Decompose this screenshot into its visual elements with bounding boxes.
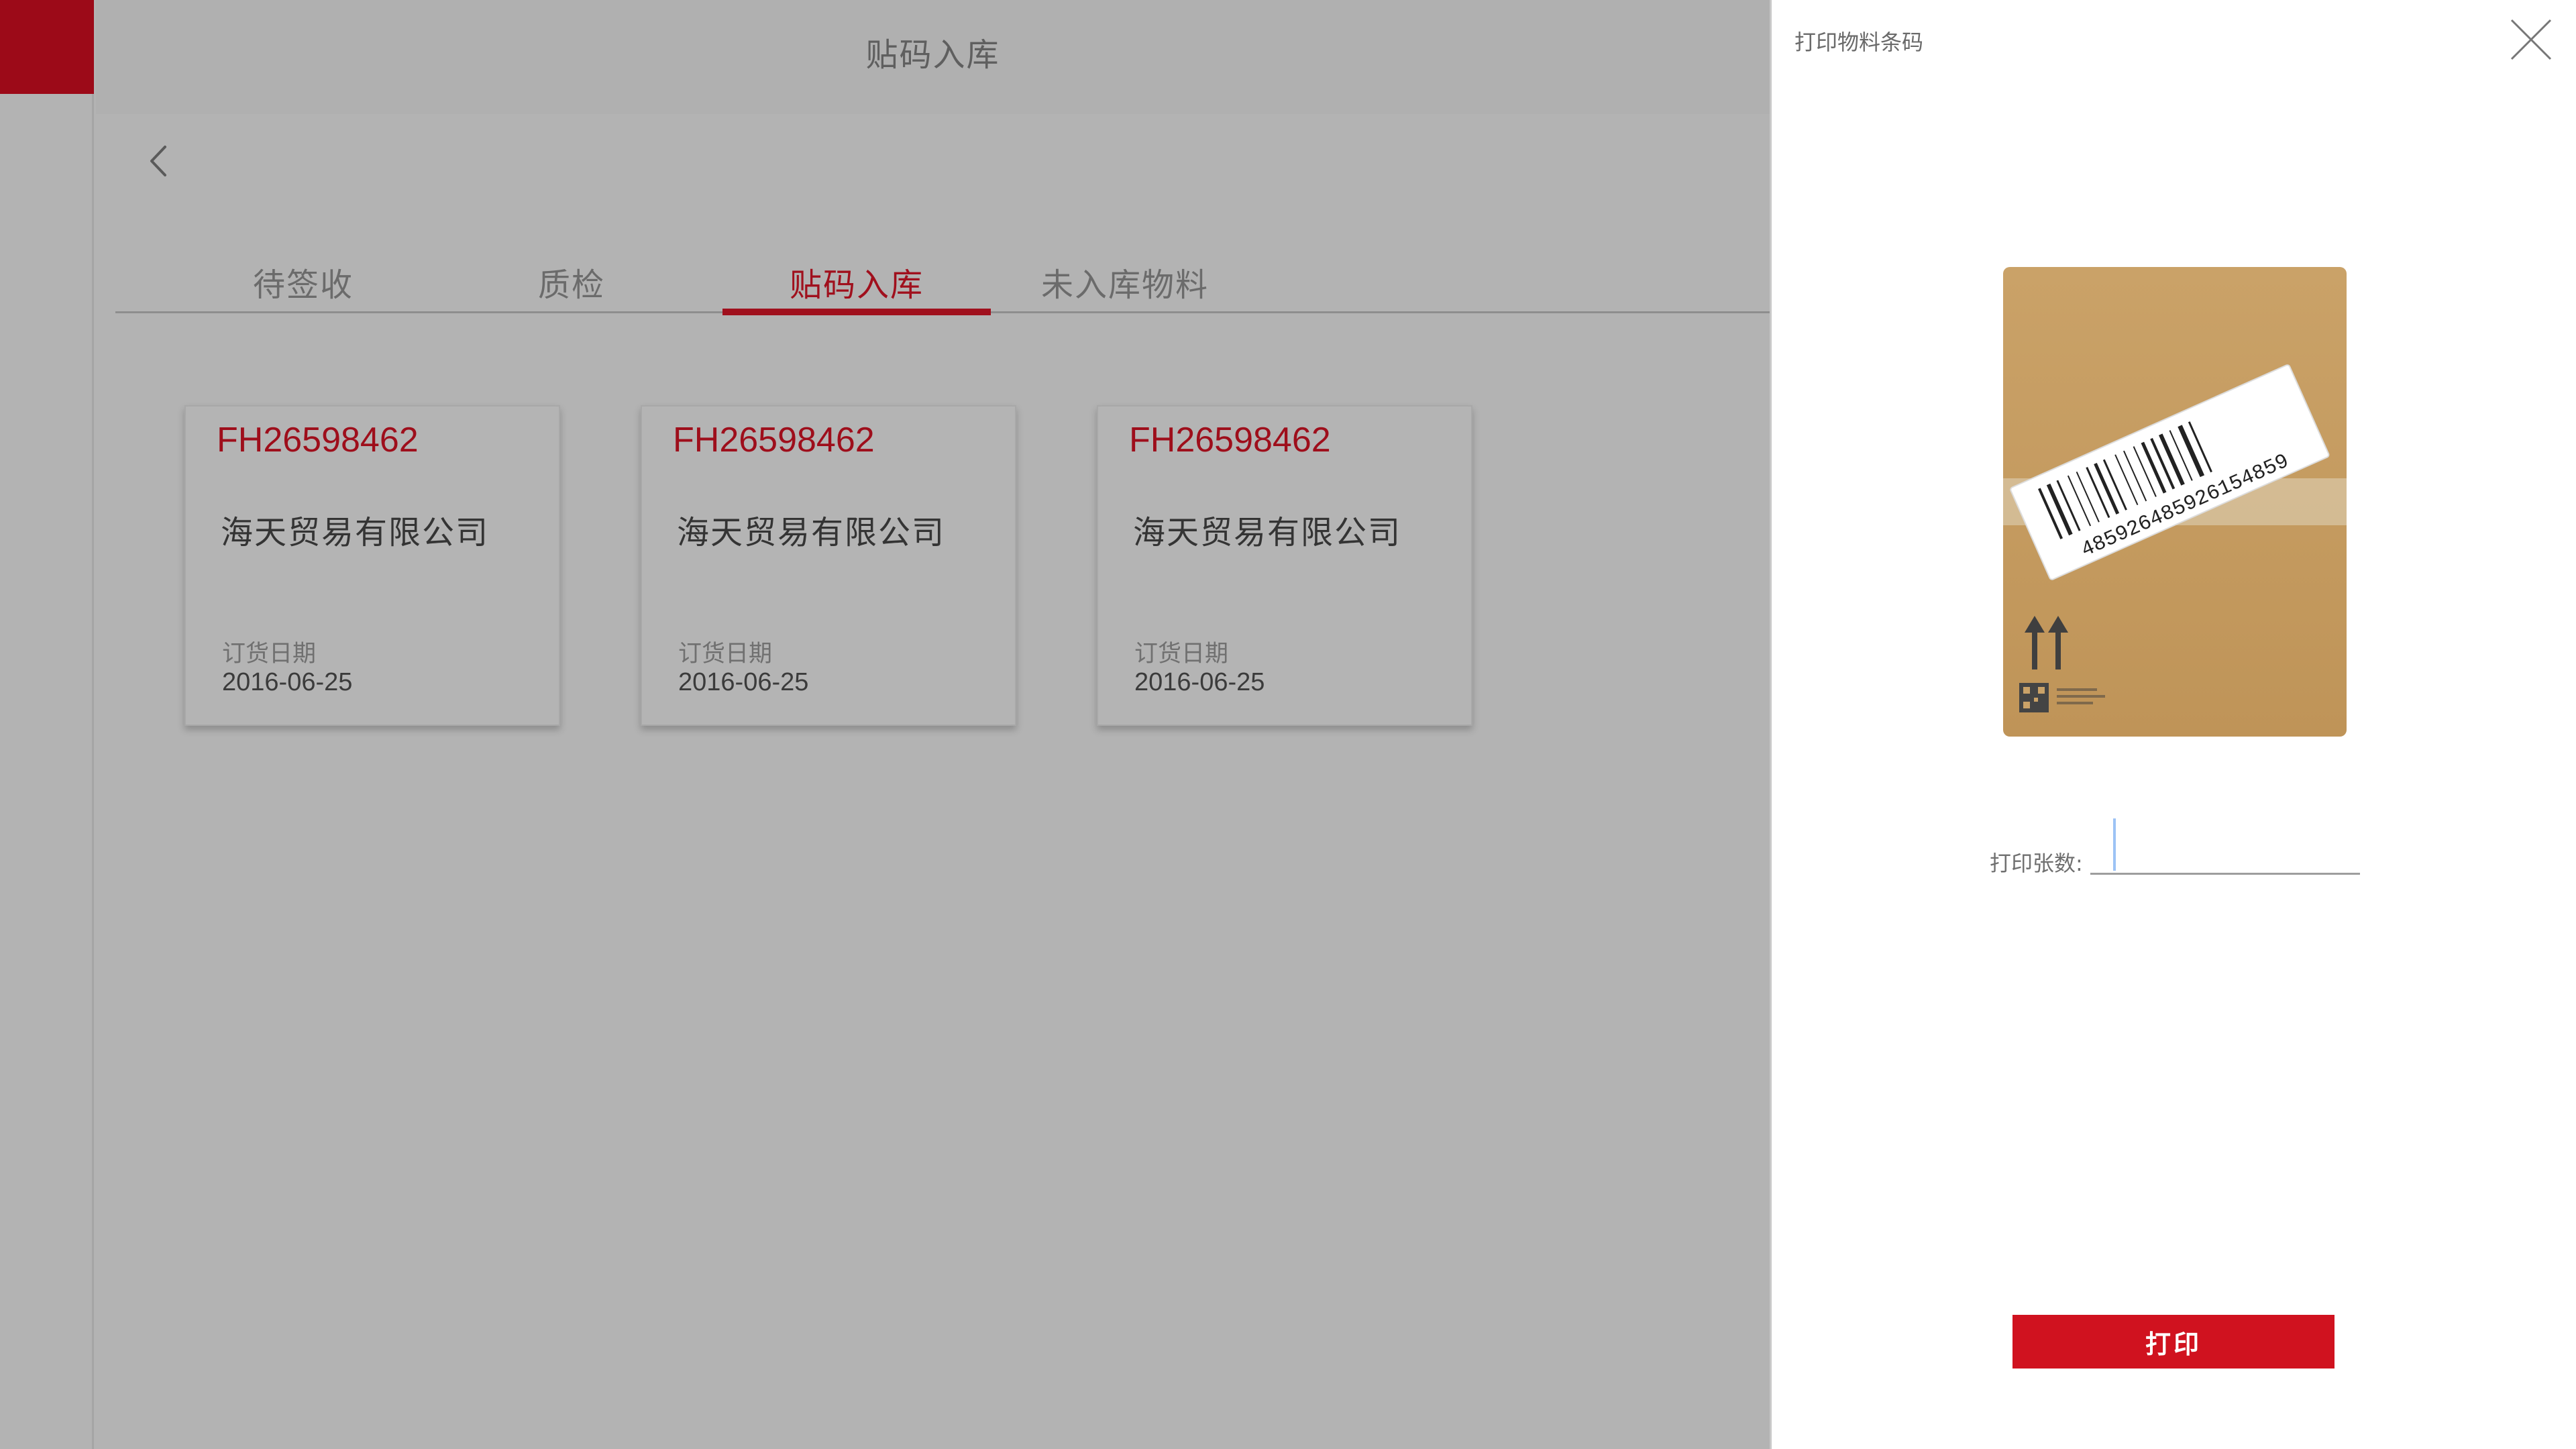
- order-card[interactable]: FH26598462 海天贸易有限公司 订货日期 2016-06-25: [184, 405, 560, 726]
- order-date: 2016-06-25: [678, 668, 809, 696]
- print-barcode-drawer: 打印物料条码 485926485926154859 打印张数: 打印: [1770, 0, 2576, 1449]
- text-caret: [2113, 818, 2116, 871]
- order-date-label: 订货日期: [1134, 641, 1229, 667]
- tab-label: 未入库物料: [1040, 266, 1209, 304]
- company-name: 海天贸易有限公司: [1133, 514, 1402, 551]
- order-date: 2016-06-25: [222, 668, 353, 696]
- print-button[interactable]: 打印: [2012, 1315, 2334, 1368]
- barcode-box-illustration: 485926485926154859: [2003, 267, 2347, 737]
- tab-pending-receipt[interactable]: 待签收: [169, 248, 437, 313]
- tab-quality-check[interactable]: 质检: [437, 248, 706, 313]
- tab-bar: 待签收 质检 贴码入库 未入库物料: [115, 248, 1770, 315]
- page-title: 贴码入库: [865, 36, 1000, 74]
- company-name: 海天贸易有限公司: [221, 514, 490, 551]
- chevron-left-icon[interactable]: [136, 138, 182, 184]
- active-tab-indicator: [722, 309, 991, 315]
- print-quantity-input[interactable]: [2090, 822, 2360, 875]
- drawer-title: 打印物料条码: [1794, 30, 1924, 55]
- brand-logo-block[interactable]: [0, 0, 94, 94]
- order-code: FH26598462: [1129, 421, 1331, 460]
- order-card[interactable]: FH26598462 海天贸易有限公司 订货日期 2016-06-25: [641, 405, 1016, 726]
- order-card[interactable]: FH26598462 海天贸易有限公司 订货日期 2016-06-25: [1097, 405, 1472, 726]
- close-icon[interactable]: [2508, 16, 2555, 63]
- order-date-label: 订货日期: [222, 641, 317, 667]
- side-rail: [0, 0, 94, 1449]
- page-header: 贴码入库: [96, 0, 1770, 114]
- order-date: 2016-06-25: [1134, 668, 1265, 696]
- tab-label: 待签收: [252, 266, 354, 304]
- tab-label-and-stock-in[interactable]: 贴码入库: [722, 248, 991, 315]
- print-quantity-label: 打印张数:: [1990, 851, 2083, 876]
- order-date-label: 订货日期: [678, 641, 773, 667]
- tab-label: 贴码入库: [789, 266, 924, 304]
- order-code: FH26598462: [673, 421, 875, 460]
- main-content: 待签收 质检 贴码入库 未入库物料 FH26598462 海天贸易有限公司 订货…: [115, 114, 1770, 1449]
- order-code: FH26598462: [217, 421, 419, 460]
- company-name: 海天贸易有限公司: [677, 514, 946, 551]
- tab-not-stocked-materials[interactable]: 未入库物料: [991, 248, 1259, 313]
- tab-label: 质检: [537, 266, 605, 304]
